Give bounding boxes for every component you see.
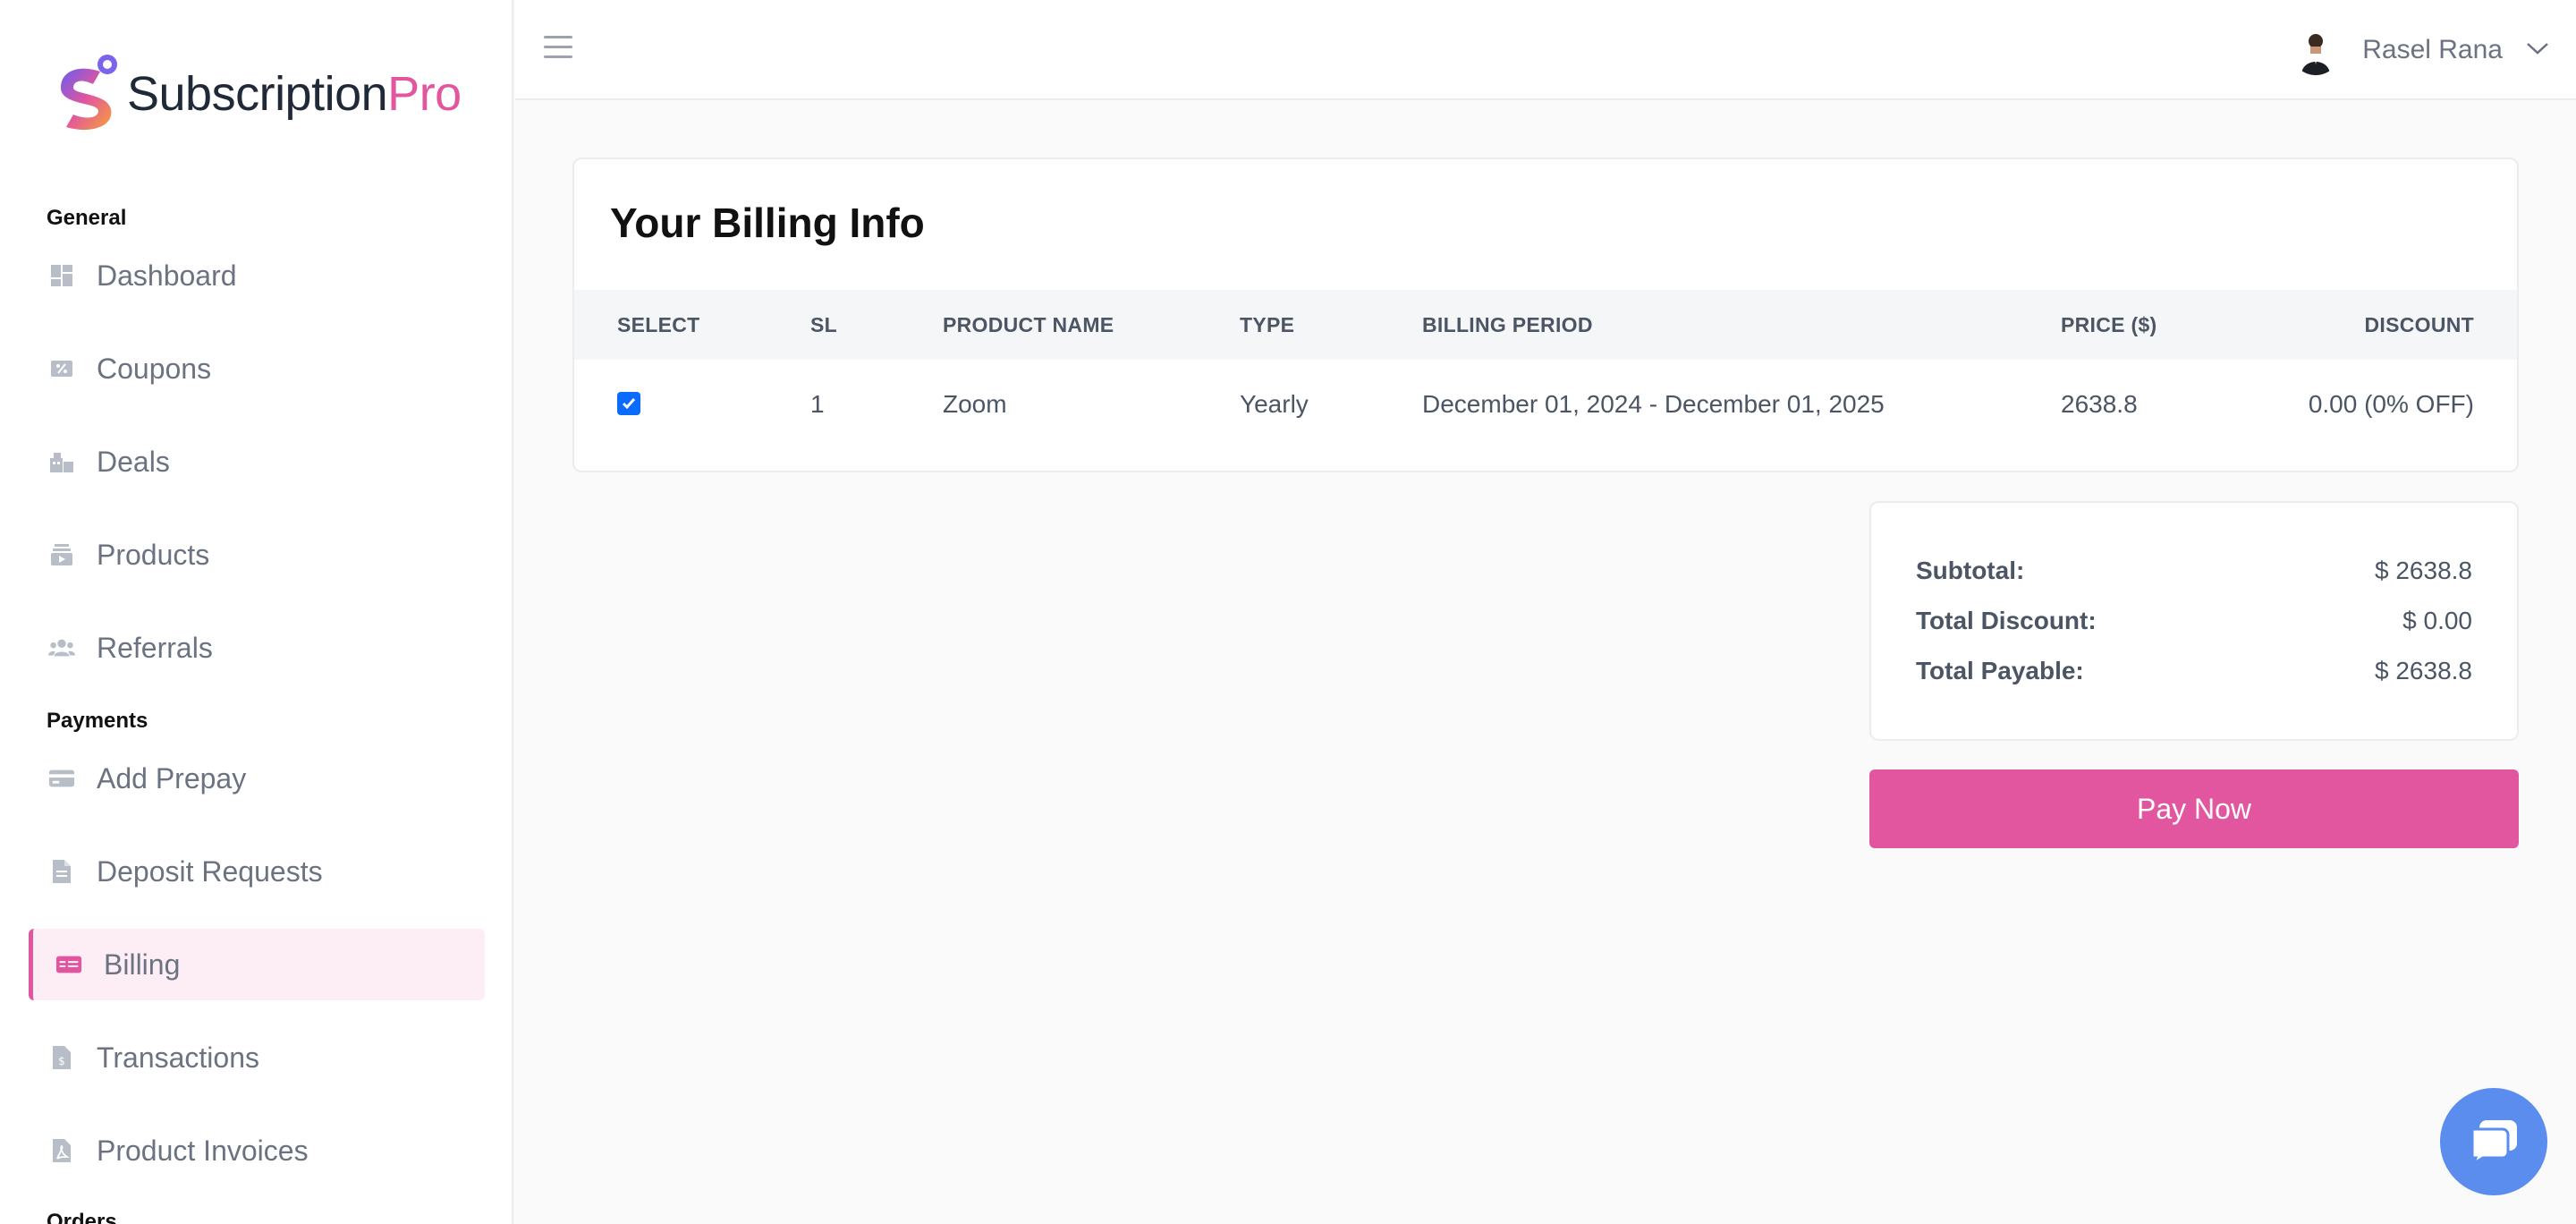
cell-price: 2638.8 bbox=[2061, 390, 2138, 418]
section-title-orders: Orders bbox=[47, 1210, 117, 1224]
page-title: Your Billing Info bbox=[610, 200, 925, 246]
column-header-discount: DISCOUNT bbox=[2364, 313, 2474, 336]
total-discount-row: Total Discount: $ 0.00 bbox=[1916, 607, 2472, 635]
sidebar-item-label: Add Prepay bbox=[97, 761, 247, 795]
sidebar-item-billing[interactable]: Billing bbox=[29, 929, 485, 1000]
user-menu[interactable]: Rasel Rana bbox=[2291, 25, 2549, 75]
column-header-select: SELECT bbox=[617, 313, 700, 336]
pdf-file-icon bbox=[48, 1137, 75, 1164]
sidebar-item-deals[interactable]: Deals bbox=[29, 426, 485, 497]
sidebar-item-coupons[interactable]: Coupons bbox=[29, 333, 485, 404]
coupon-icon bbox=[48, 355, 75, 382]
cell-product-name: Zoom bbox=[943, 390, 1007, 418]
document-icon bbox=[48, 858, 75, 885]
cell-billing-period: December 01, 2024 - December 01, 2025 bbox=[1422, 390, 1885, 418]
chat-widget-button[interactable] bbox=[2440, 1088, 2547, 1195]
pay-now-button[interactable]: Pay Now bbox=[1869, 769, 2519, 848]
sidebar-item-label: Product Invoices bbox=[97, 1134, 309, 1167]
billing-icon bbox=[55, 951, 82, 978]
brand-name: SubscriptionPro bbox=[127, 67, 462, 121]
section-title-payments: Payments bbox=[47, 709, 148, 733]
column-header-type: TYPE bbox=[1240, 313, 1295, 336]
sidebar-item-label: Transactions bbox=[97, 1041, 259, 1074]
logo-icon bbox=[54, 52, 123, 136]
total-payable-value: $ 2638.8 bbox=[2375, 657, 2472, 684]
dashboard-icon bbox=[48, 262, 75, 289]
subtotal-row: Subtotal: $ 2638.8 bbox=[1916, 557, 2472, 585]
cell-sl: 1 bbox=[810, 390, 825, 418]
card-icon bbox=[48, 765, 75, 792]
sidebar-item-label: Products bbox=[97, 538, 210, 571]
sidebar-item-product-invoices[interactable]: Product Invoices bbox=[29, 1115, 485, 1186]
total-payable-row: Total Payable: $ 2638.8 bbox=[1916, 657, 2472, 685]
column-header-billing-period: BILLING PERIOD bbox=[1422, 313, 1593, 336]
subtotal-value: $ 2638.8 bbox=[2375, 557, 2472, 584]
brand-logo[interactable]: SubscriptionPro bbox=[54, 52, 462, 136]
sidebar-item-label: Referrals bbox=[97, 631, 213, 664]
chevron-down-icon bbox=[2526, 41, 2549, 60]
sidebar-item-label: Dashboard bbox=[97, 259, 237, 292]
section-title-general: General bbox=[47, 206, 127, 230]
sidebar-item-deposit-requests[interactable]: Deposit Requests bbox=[29, 836, 485, 907]
deals-icon bbox=[48, 448, 75, 475]
billing-card: Your Billing Info SELECT SL PRODUCT NAME… bbox=[572, 157, 2519, 472]
total-discount-value: $ 0.00 bbox=[2402, 607, 2472, 634]
total-discount-label: Total Discount: bbox=[1916, 607, 2097, 634]
cell-discount: 0.00 (0% OFF) bbox=[2308, 390, 2474, 418]
menu-toggle-icon[interactable] bbox=[544, 36, 572, 61]
svg-text:$: $ bbox=[58, 1055, 65, 1067]
products-icon bbox=[48, 541, 75, 568]
sidebar-item-products[interactable]: Products bbox=[29, 519, 485, 591]
top-header: Rasel Rana bbox=[515, 0, 2576, 100]
sidebar-item-label: Coupons bbox=[97, 352, 212, 385]
total-payable-label: Total Payable: bbox=[1916, 657, 2084, 684]
column-header-sl: SL bbox=[810, 313, 837, 336]
sidebar-item-transactions[interactable]: $ Transactions bbox=[29, 1022, 485, 1093]
sidebar-item-label: Billing bbox=[104, 948, 181, 981]
referrals-icon bbox=[48, 634, 75, 661]
sidebar-item-referrals[interactable]: Referrals bbox=[29, 612, 485, 684]
invoice-dollar-icon: $ bbox=[48, 1044, 75, 1071]
table-header: SELECT SL PRODUCT NAME TYPE BILLING PERI… bbox=[574, 290, 2517, 360]
column-header-product-name: PRODUCT NAME bbox=[943, 313, 1114, 336]
chat-bubble-icon bbox=[2467, 1115, 2521, 1169]
sidebar-item-label: Deposit Requests bbox=[97, 854, 323, 888]
column-header-price: PRICE ($) bbox=[2061, 313, 2157, 336]
row-select-checkbox[interactable] bbox=[617, 392, 640, 415]
user-name: Rasel Rana bbox=[2362, 35, 2503, 64]
sidebar: SubscriptionPro General Dashboard Coupon… bbox=[0, 0, 513, 1224]
payment-summary: Subtotal: $ 2638.8 Total Discount: $ 0.0… bbox=[1869, 501, 2519, 741]
sidebar-item-dashboard[interactable]: Dashboard bbox=[29, 240, 485, 311]
sidebar-item-label: Deals bbox=[97, 445, 170, 478]
sidebar-item-add-prepay[interactable]: Add Prepay bbox=[29, 743, 485, 814]
avatar bbox=[2291, 25, 2342, 75]
subtotal-label: Subtotal: bbox=[1916, 557, 2025, 584]
cell-type: Yearly bbox=[1240, 390, 1309, 418]
